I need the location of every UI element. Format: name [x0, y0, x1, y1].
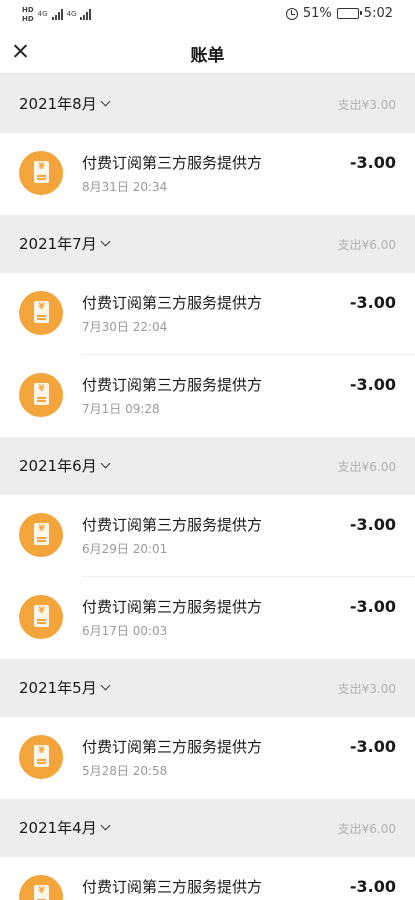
signal-bars-icon	[51, 9, 63, 20]
month-total: 支出¥6.00	[337, 460, 396, 474]
bill-amount: -3.00	[349, 375, 396, 394]
bill-row[interactable]: ¥ 付费订阅第三方服务提供方 5月28日 20:58 -3.00	[0, 717, 415, 799]
bill-row[interactable]: ¥ 付费订阅第三方服务提供方 -3.00	[0, 857, 415, 900]
bill-title: 付费订阅第三方服务提供方	[82, 878, 263, 896]
bill-date: 7月30日 22:04	[82, 320, 168, 334]
battery-icon	[336, 8, 362, 19]
bill-amount: -3.00	[349, 737, 396, 756]
bill-date: 8月31日 20:34	[82, 180, 168, 194]
month-label: 2021年4月	[19, 819, 97, 837]
bill-icon: ¥	[19, 875, 63, 900]
month-label: 2021年5月	[19, 679, 97, 697]
month-selector[interactable]: 2021年4月	[19, 817, 111, 838]
bill-icon: ¥	[19, 513, 63, 557]
month-header[interactable]: 2021年5月 支出¥3.00	[0, 659, 415, 717]
chevron-down-icon	[100, 458, 111, 469]
bill-row[interactable]: ¥ 付费订阅第三方服务提供方 8月31日 20:34 -3.00	[0, 133, 415, 215]
bill-icon: ¥	[19, 291, 63, 335]
bill-icon: ¥	[19, 373, 63, 417]
bill-title: 付费订阅第三方服务提供方	[82, 154, 263, 172]
bill-title: 付费订阅第三方服务提供方	[82, 598, 263, 616]
month-selector[interactable]: 2021年6月	[19, 455, 111, 476]
bill-title: 付费订阅第三方服务提供方	[82, 516, 263, 534]
bill-row[interactable]: ¥ 付费订阅第三方服务提供方 6月29日 20:01 -3.00	[0, 495, 415, 577]
bill-row[interactable]: ¥ 付费订阅第三方服务提供方 7月1日 09:28 -3.00	[0, 355, 415, 437]
month-header[interactable]: 2021年6月 支出¥6.00	[0, 437, 415, 495]
chevron-down-icon	[100, 236, 111, 247]
status-bar: HD HD 4G 4G 51% 5:02	[0, 0, 415, 30]
bill-row[interactable]: ¥ 付费订阅第三方服务提供方 6月17日 00:03 -3.00	[0, 577, 415, 659]
bill-amount: -3.00	[349, 877, 396, 896]
month-total: 支出¥3.00	[337, 98, 396, 112]
signal-type-label: 4G	[66, 10, 77, 18]
chevron-down-icon	[100, 680, 111, 691]
bill-date: 7月1日 09:28	[82, 402, 160, 416]
month-total: 支出¥6.00	[337, 238, 396, 252]
month-selector[interactable]: 2021年8月	[19, 93, 111, 114]
month-header[interactable]: 2021年8月 支出¥3.00	[0, 75, 415, 133]
month-header[interactable]: 2021年7月 支出¥6.00	[0, 215, 415, 273]
month-header[interactable]: 2021年4月 支出¥6.00	[0, 799, 415, 857]
signal-bars-icon	[80, 9, 92, 20]
page-title: 账单	[190, 46, 225, 66]
bill-row[interactable]: ¥ 付费订阅第三方服务提供方 7月30日 22:04 -3.00	[0, 273, 415, 355]
bill-title: 付费订阅第三方服务提供方	[82, 376, 263, 394]
hd-label: HD	[22, 6, 34, 14]
bill-amount: -3.00	[349, 293, 396, 312]
bill-title: 付费订阅第三方服务提供方	[82, 738, 263, 756]
signal-type-label: 4G	[37, 10, 48, 18]
month-total: 支出¥3.00	[337, 682, 396, 696]
month-label: 2021年7月	[19, 235, 97, 253]
month-label: 2021年8月	[19, 95, 97, 113]
bill-amount: -3.00	[349, 515, 396, 534]
bill-amount: -3.00	[349, 153, 396, 172]
battery-percent: 51%	[302, 6, 332, 21]
month-selector[interactable]: 2021年5月	[19, 677, 111, 698]
bill-list: 2021年8月 支出¥3.00 ¥ 付费订阅第三方服务提供方 8月31日 20:34 -3…	[0, 75, 415, 900]
navigation-bar: 账单	[0, 30, 415, 74]
network-indicators: HD HD 4G 4G	[22, 6, 92, 23]
bill-icon: ¥	[19, 735, 63, 779]
alarm-icon	[285, 7, 298, 20]
month-total: 支出¥6.00	[337, 822, 396, 836]
hd-label: HD	[22, 15, 34, 23]
month-selector[interactable]: 2021年7月	[19, 233, 111, 254]
clock: 5:02	[363, 6, 393, 21]
bill-date: 6月29日 20:01	[82, 542, 168, 556]
month-label: 2021年6月	[19, 457, 97, 475]
bill-date: 5月28日 20:58	[82, 764, 168, 778]
bill-icon: ¥	[19, 151, 63, 195]
chevron-down-icon	[100, 820, 111, 831]
bill-title: 付费订阅第三方服务提供方	[82, 294, 263, 312]
chevron-down-icon	[100, 96, 111, 107]
bill-amount: -3.00	[349, 597, 396, 616]
bill-date: 6月17日 00:03	[82, 624, 168, 638]
bill-icon: ¥	[19, 595, 63, 639]
